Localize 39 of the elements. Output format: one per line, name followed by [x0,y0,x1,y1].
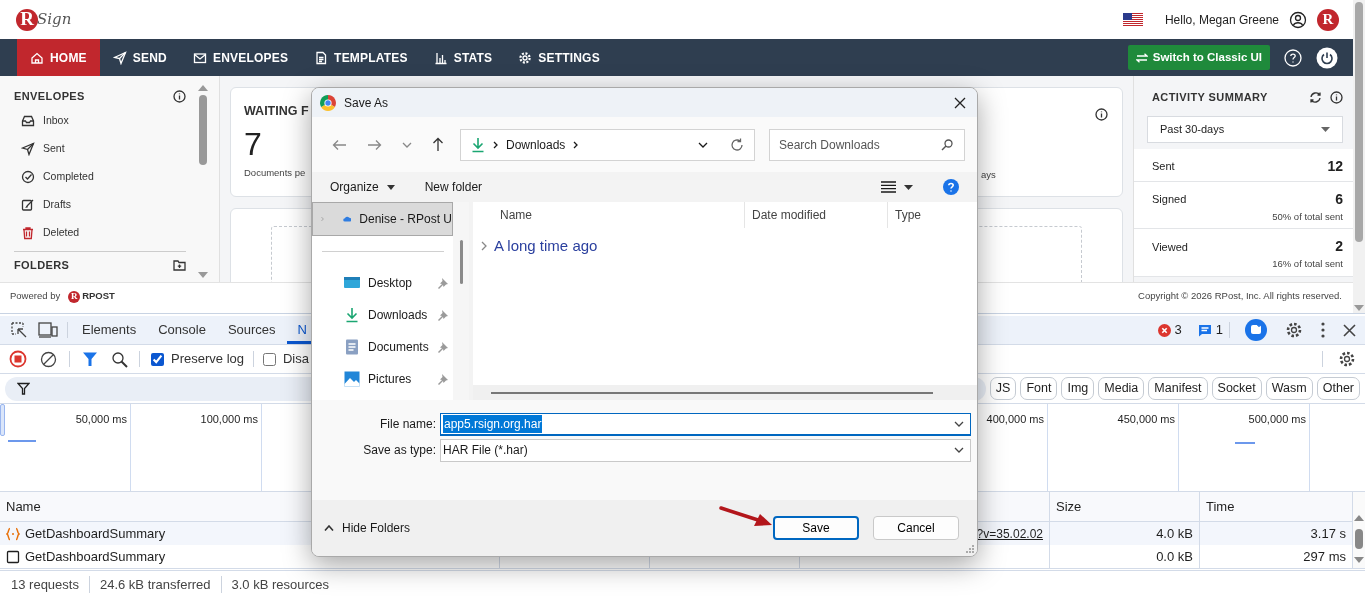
logo-mark: R [68,290,81,303]
card-title: WAITING F [244,103,309,120]
dialog-title: Save As [344,94,389,112]
card-count: 7 [244,124,262,164]
powered-by-text: Powered by [10,289,61,304]
card-caption: Documents pe [244,166,306,181]
copyright-text: Copyright © 2026 RPost, Inc. All rights reserved. [1138,289,1342,304]
stat-value: 6 [1335,190,1343,209]
status-text: 3.0 kB resources [231,575,330,594]
field-label: Save as type: [362,442,436,459]
greeting-text: Hello, Megan Greene [1164,11,1279,29]
checkbox-label: Disa [283,350,309,369]
section-title: ACTIVITY SUMMARY [1152,89,1268,105]
time-tick: 500,000 ms [1248,413,1306,425]
stat-label: Signed [1152,192,1187,208]
logo-text: Sign [37,9,72,31]
section-title: ENVELOPES [14,88,85,104]
stat-label: Viewed [1152,239,1188,255]
size-cell-text: 4.0 kB [1156,524,1193,543]
time-cell-text: 297 ms [1303,547,1346,566]
brand-text: RPOST [82,289,115,304]
time-tick: 50,000 ms [75,413,127,425]
size-cell-text: 0.0 kB [1156,547,1193,566]
checkbox-label: Preserve log [171,350,244,369]
stat-label: Sent [1152,159,1175,175]
time-tick: 400,000 ms [986,413,1044,425]
status-text: 24.6 kB transferred [99,575,211,594]
time-tick: 450,000 ms [1117,413,1175,425]
stat-note: 50% of total sent [1272,211,1343,222]
time-tick: 100,000 ms [200,413,258,425]
card-caption: ays [981,167,996,182]
stat-value: 2 [1335,237,1343,257]
section-title: FOLDERS [14,257,70,273]
logo-mark: R [16,8,38,31]
field-label: File name: [378,416,436,433]
status-text: 13 requests [11,575,79,594]
stat-note: 16% of total sent [1272,258,1343,270]
time-cell-text: 3.17 s [1310,524,1346,543]
stat-value: 12 [1327,157,1343,176]
